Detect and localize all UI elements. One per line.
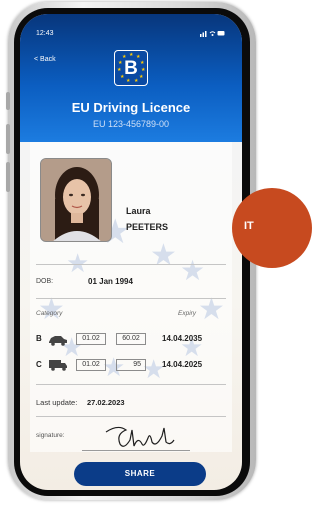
star-icon: ★ <box>180 255 206 286</box>
eu-emblem-logo: ★ ★ ★ ★ ★ ★ ★ ★ ★ ★ ★ B <box>114 50 148 86</box>
phone-side-button <box>6 124 10 154</box>
divider <box>36 298 226 299</box>
signal-wifi-battery-icon <box>200 31 225 37</box>
category-expiry: 14.04.2035 <box>162 334 203 343</box>
holder-photo <box>40 158 112 242</box>
app-header: 12:43 < Back ★ ★ ★ ★ ★ ★ ★ ★ ★ ★ ★ B EU … <box>20 14 242 142</box>
phone-side-button <box>6 92 10 110</box>
phone-side-button <box>6 162 10 192</box>
car-icon <box>48 333 68 351</box>
category-expiry: 14.04.2025 <box>162 360 203 369</box>
last-update-value: 27.02.2023 <box>87 398 125 407</box>
signature-line <box>82 450 190 451</box>
holder-last-name: PEETERS <box>126 222 169 232</box>
dob-label: DOB: <box>36 278 54 285</box>
share-button[interactable]: SHARE <box>74 462 206 486</box>
signature-image <box>105 426 175 447</box>
app-screen: 12:43 < Back ★ ★ ★ ★ ★ ★ ★ ★ ★ ★ ★ B EU … <box>20 14 242 490</box>
divider <box>36 264 226 265</box>
category-subcode: 95 <box>116 359 146 371</box>
back-button[interactable]: < Back <box>34 56 56 63</box>
category-subcode: 60.02 <box>116 333 146 345</box>
last-update-label: Last update: <box>36 398 78 407</box>
page-title: EU Driving Licence <box>71 100 191 115</box>
licence-card: ★ ★ ★ ★ ★ ★ ★ ★ ★ ★ Laura PEETERS DOB: 0… <box>30 142 232 452</box>
licence-number: EU 123-456789-00 <box>92 119 170 129</box>
star-icon: ★ <box>150 239 177 272</box>
country-badge-label: IT <box>244 220 254 232</box>
category-letter: C <box>36 360 42 369</box>
dob-value: 01 Jan 1994 <box>88 277 133 286</box>
truck-icon <box>48 358 68 376</box>
country-letter: B <box>124 58 138 79</box>
category-header: Category <box>36 310 63 317</box>
holder-first-name: Laura <box>126 206 151 216</box>
status-icons <box>200 29 226 39</box>
category-code: 01.02 <box>76 359 106 371</box>
status-time: 12:43 <box>36 30 54 37</box>
category-code: 01.02 <box>76 333 106 345</box>
divider <box>36 416 226 417</box>
divider <box>36 384 226 385</box>
signature-label: signature: <box>36 432 65 439</box>
expiry-header: Expiry <box>178 310 197 317</box>
category-letter: B <box>36 334 42 343</box>
country-badge: IT <box>232 188 312 268</box>
